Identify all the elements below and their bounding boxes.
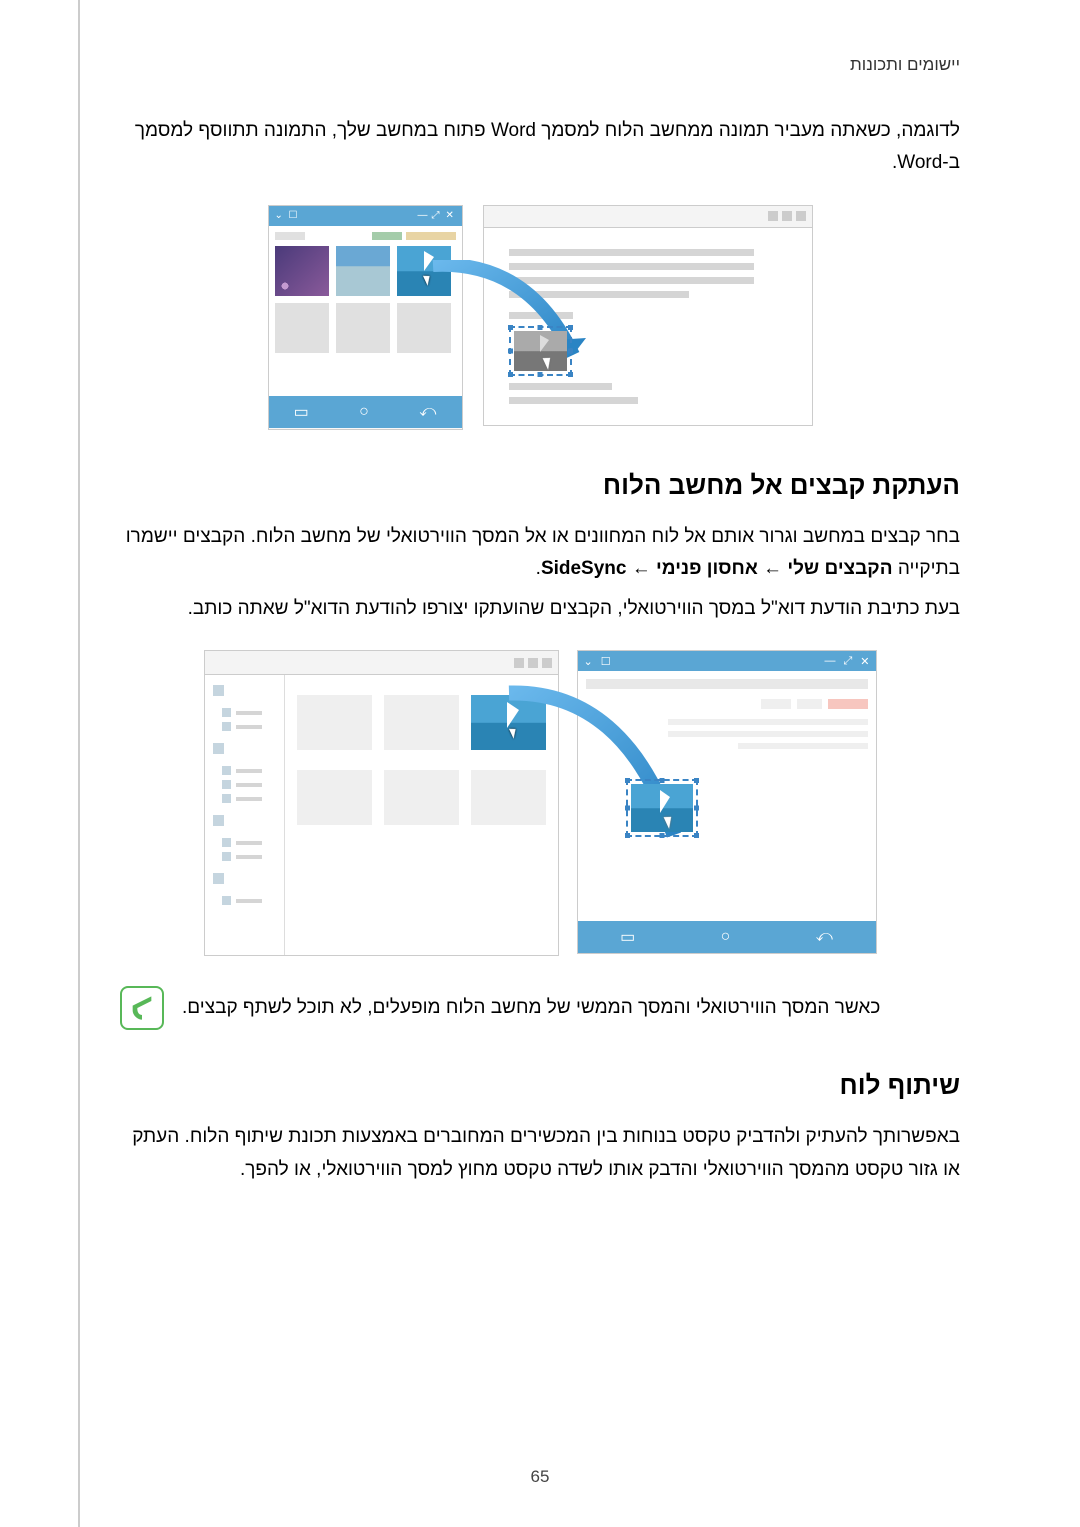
file-thumb xyxy=(384,770,459,825)
minimize-icon: — xyxy=(824,655,835,668)
gallery-thumb xyxy=(397,246,451,296)
section1-paragraph1: בחר קבצים במחשב וגרור אותם אל לוח המחוונ… xyxy=(120,521,960,586)
breadcrumb: יישומים ותכונות xyxy=(850,55,960,75)
doc-titlebar xyxy=(484,206,812,228)
window-control-icon xyxy=(796,211,806,221)
window-control-icon xyxy=(542,658,552,668)
home-icon: ○ xyxy=(721,928,731,946)
figure-1: ⌄ ☐ — ⤢ ✕ xyxy=(120,205,960,430)
section-heading-copy-files: העתקת קבצים אל מחשב הלוח xyxy=(120,470,960,501)
home-icon: ○ xyxy=(359,403,369,421)
window-control-icon xyxy=(768,211,778,221)
info-icon xyxy=(120,986,164,1030)
back-icon: ⤺ xyxy=(816,928,833,946)
page-content: יישומים ותכונות לדוגמה, כשאתה מעביר תמונ… xyxy=(0,0,1080,1234)
attached-image-selected xyxy=(626,779,698,837)
window-control-icon xyxy=(782,211,792,221)
maximize-icon: ⤢ xyxy=(432,211,442,221)
minimize-icon: — xyxy=(418,211,428,221)
info-note: כאשר המסך הווירטואלי והמסך הממשי של מחשב… xyxy=(120,986,960,1030)
phone-titlebar: ⌄ ☐ — ⤢ ✕ xyxy=(269,206,462,226)
explorer-titlebar xyxy=(205,651,558,675)
inserted-image-selected xyxy=(509,326,572,376)
file-thumb xyxy=(297,695,372,750)
section-heading-clipboard: שיתוף לוח xyxy=(120,1070,960,1101)
scale-icon: ☐ xyxy=(601,655,611,668)
file-thumb xyxy=(297,770,372,825)
intro-paragraph: לדוגמה, כשאתה מעביר תמונה ממחשב הלוח למס… xyxy=(120,115,960,180)
figure-2: ⌄ ☐ — ⤢ ✕ xyxy=(120,650,960,956)
chevron-down-icon: ⌄ xyxy=(275,211,285,221)
phone-navbar: ▭ ○ ⤺ xyxy=(269,396,462,428)
file-thumb xyxy=(471,770,546,825)
desktop-explorer-window xyxy=(204,650,559,956)
section1-paragraph2: בעת כתיבת הודעת דוא"ל במסך הווירטואלי, ה… xyxy=(120,593,960,625)
section2-paragraph: באפשרותך להעתיק ולהדביק טקסט בנוחות בין … xyxy=(120,1121,960,1186)
header: יישומים ותכונות xyxy=(120,55,960,75)
recent-icon: ▭ xyxy=(294,402,309,422)
cursor-icon xyxy=(508,727,518,740)
gallery-thumb xyxy=(397,303,451,353)
window-control-icon xyxy=(528,658,538,668)
gallery-thumb xyxy=(275,303,329,353)
scale-icon: ☐ xyxy=(289,211,299,221)
tablet-titlebar: ⌄ ☐ — ⤢ ✕ xyxy=(578,651,876,671)
recent-icon: ▭ xyxy=(620,927,635,947)
explorer-sidebar xyxy=(205,675,285,955)
folder-path: הקבצים שלי ← אחסון פנימי ← SideSync xyxy=(541,558,893,579)
gallery-thumb xyxy=(336,246,390,296)
virtual-phone-window: ⌄ ☐ — ⤢ ✕ xyxy=(268,205,463,430)
close-icon: ✕ xyxy=(446,211,456,221)
chevron-down-icon: ⌄ xyxy=(584,655,593,668)
window-control-icon xyxy=(514,658,524,668)
tablet-navbar: ▭ ○ ⤺ xyxy=(578,921,876,953)
file-thumb-selected xyxy=(471,695,546,750)
page-number: 65 xyxy=(0,1467,1080,1487)
page-side-rule xyxy=(78,0,80,1527)
gallery-thumb xyxy=(275,246,329,296)
word-document-window xyxy=(483,205,813,426)
explorer-content xyxy=(285,675,558,955)
back-icon: ⤺ xyxy=(419,403,436,421)
file-thumb xyxy=(384,695,459,750)
maximize-icon: ⤢ xyxy=(843,655,852,668)
gallery-thumb xyxy=(336,303,390,353)
cursor-icon xyxy=(422,273,432,286)
virtual-tablet-window: ⌄ ☐ — ⤢ ✕ xyxy=(577,650,877,954)
info-note-text: כאשר המסך הווירטואלי והמסך הממשי של מחשב… xyxy=(182,992,880,1024)
close-icon: ✕ xyxy=(860,655,869,668)
